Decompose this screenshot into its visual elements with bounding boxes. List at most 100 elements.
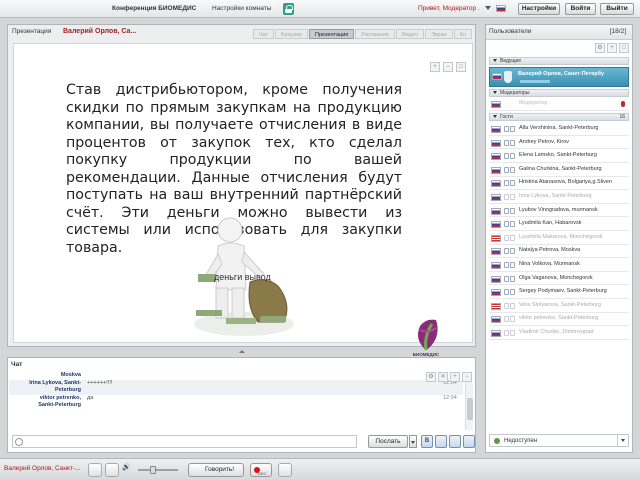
settings-button[interactable]: Настройки — [518, 3, 560, 15]
guest-name: Olga Vaganova, Monchegorsk — [519, 274, 593, 281]
guest-row[interactable]: Olga Vaganova, Monchegorsk — [489, 273, 629, 286]
mic-icon[interactable] — [621, 101, 625, 107]
users-settings-icon[interactable]: ⚙ — [595, 43, 605, 53]
microphone-icon — [510, 166, 515, 173]
tab-chat[interactable]: Чат — [252, 29, 275, 39]
screen-share-icon[interactable] — [278, 463, 292, 477]
status-icon — [494, 438, 500, 444]
microphone-icon — [510, 153, 515, 160]
users-title: Пользователи — [489, 28, 532, 35]
tab-presentation[interactable]: Презентация — [309, 29, 355, 39]
chevron-down-icon[interactable] — [485, 6, 491, 10]
panel-splitter[interactable] — [7, 348, 476, 356]
lock-icon[interactable] — [283, 3, 294, 15]
color-format-icon[interactable] — [435, 435, 447, 448]
guest-row[interactable]: Sergey Podymaev, Sankt-Peterburg — [489, 286, 629, 299]
section-label: Ведущие — [500, 58, 522, 64]
microphone-icon[interactable] — [88, 463, 102, 477]
flag-ru-icon — [491, 221, 501, 229]
guest-row[interactable]: Vladimir Churkin, Dimitrovgrad — [489, 327, 629, 340]
guest-row[interactable]: Vera Stolyarova, Sankt-Peterburg — [489, 300, 629, 313]
chat-scrollbar[interactable] — [465, 382, 473, 430]
camera-icon — [504, 302, 509, 309]
guest-row[interactable]: Hristina Atanasova, Bolgariya,g.Sliven — [489, 177, 629, 191]
chat-header: Чат — [8, 358, 475, 371]
talk-button[interactable]: Говорить! — [188, 463, 244, 477]
volume-slider[interactable] — [138, 466, 178, 474]
smiley-icon[interactable] — [15, 438, 23, 446]
scrollbar-thumb[interactable] — [467, 398, 473, 420]
bold-format-button[interactable]: B — [421, 435, 433, 448]
guest-name: Vera Stolyarova, Sankt-Peterburg — [519, 301, 601, 308]
rec-label: REC — [258, 471, 267, 476]
microphone-icon — [510, 316, 515, 323]
chat-message: Sankt-Peterburg — [9, 402, 463, 410]
leader-row[interactable]: Валерий Орлов, Санкт-Петербу — [489, 67, 629, 87]
room-settings-link[interactable]: Настройки комнаты — [212, 5, 271, 12]
user-avatar-icon — [504, 71, 512, 83]
tab-video[interactable]: Видео — [395, 29, 425, 39]
flag-ru-icon — [491, 330, 501, 337]
message-text — [87, 402, 443, 410]
guest-row[interactable]: Natalya Petrova, Moskva — [489, 245, 629, 259]
help-icon[interactable] — [463, 435, 475, 448]
status-select[interactable]: Недоступен — [489, 434, 629, 447]
users-expand-icon[interactable]: □ — [619, 43, 629, 53]
guest-row[interactable]: viktor petrenko, Sankt-Peterburg — [489, 313, 629, 327]
message-text: да — [87, 394, 94, 401]
flag-us-icon — [491, 302, 501, 310]
status-label: Недоступен — [504, 438, 538, 444]
send-button[interactable]: Послать — [368, 435, 408, 448]
guest-row[interactable]: Lyudmila Makarova, Monchegorsk — [489, 232, 629, 245]
guest-name: Nina Volkova, Murmansk — [519, 261, 580, 267]
login-button[interactable]: Войти — [565, 3, 596, 15]
fullscreen-icon[interactable]: □ — [456, 62, 466, 72]
tab-screen[interactable]: Экран — [425, 29, 453, 39]
guest-row[interactable]: Nina Volkova, Murmansk — [489, 259, 629, 272]
guest-name: Lyudmila Makarova, Monchegorsk — [519, 233, 603, 240]
guest-row[interactable]: Alla Vershinina, Sankt-Peterburg — [489, 123, 629, 136]
greeting-text[interactable]: Привет, Модератор . — [418, 5, 480, 12]
message-time — [443, 387, 463, 395]
volume-level-bar — [520, 80, 550, 83]
send-options-dropdown[interactable] — [409, 435, 417, 448]
section-moderators[interactable]: Модераторы — [489, 89, 629, 97]
users-invite-icon[interactable]: + — [607, 43, 617, 53]
guest-row[interactable]: Lyubov Vinogradova, murmansk — [489, 205, 629, 218]
camera-icon[interactable] — [105, 463, 119, 477]
chat-input[interactable] — [13, 436, 356, 447]
tab-browser[interactable]: Браузер — [275, 29, 309, 39]
zoom-out-icon[interactable]: − — [443, 62, 453, 72]
tab-drawing[interactable]: Рисование — [355, 29, 395, 39]
logout-button[interactable]: Выйти — [600, 3, 634, 15]
tab-more[interactable]: Кл — [453, 29, 472, 39]
flag-ru-icon — [491, 207, 501, 215]
section-guests[interactable]: Гости 16 — [489, 113, 629, 121]
chat-clear-icon[interactable]: ✕ — [438, 372, 448, 382]
chevron-down-icon[interactable] — [617, 435, 628, 446]
guest-row[interactable]: Andrey Petrov, Kirov — [489, 137, 629, 150]
message-author: Peterburg — [55, 387, 81, 393]
guest-name: Alla Vershinina, Sankt-Peterburg — [519, 125, 599, 131]
current-user-name[interactable]: Валерий Орлов, Санкт-... — [4, 465, 80, 472]
guest-row[interactable]: Galina Churkina, Sankt-Peterburg — [489, 164, 629, 177]
guest-row[interactable]: Irina Lykova, Sankt-Peterburg — [489, 191, 629, 204]
chat-collapse-icon[interactable]: − — [462, 372, 472, 382]
guest-name: Lyubov Vinogradova, murmansk — [519, 206, 598, 213]
volume-knob[interactable] — [150, 466, 156, 474]
language-flag-icon[interactable] — [496, 5, 506, 12]
section-label: Гости — [500, 114, 513, 120]
moderator-row[interactable]: Модератор . — [489, 98, 629, 111]
chat-settings-icon[interactable]: ⚙ — [426, 372, 436, 382]
message-author: Irina Lykova, Sankt- — [29, 379, 81, 386]
conference-title: Конференция БИОМЕДИС — [112, 5, 197, 12]
chat-expand-icon[interactable]: + — [450, 372, 460, 382]
history-icon[interactable] — [449, 435, 461, 448]
guest-row[interactable]: Elena Lamsko, Sankt-Peterburg — [489, 150, 629, 163]
zoom-in-icon[interactable]: + — [430, 62, 440, 72]
guest-row[interactable]: Lyudmila Kan, Habarovsk — [489, 218, 629, 231]
section-leaders[interactable]: Ведущие — [489, 57, 629, 65]
guest-name: Irina Lykova, Sankt-Peterburg — [519, 193, 592, 199]
message-time: 12:04 — [443, 394, 457, 401]
flag-ru-icon — [491, 248, 501, 256]
